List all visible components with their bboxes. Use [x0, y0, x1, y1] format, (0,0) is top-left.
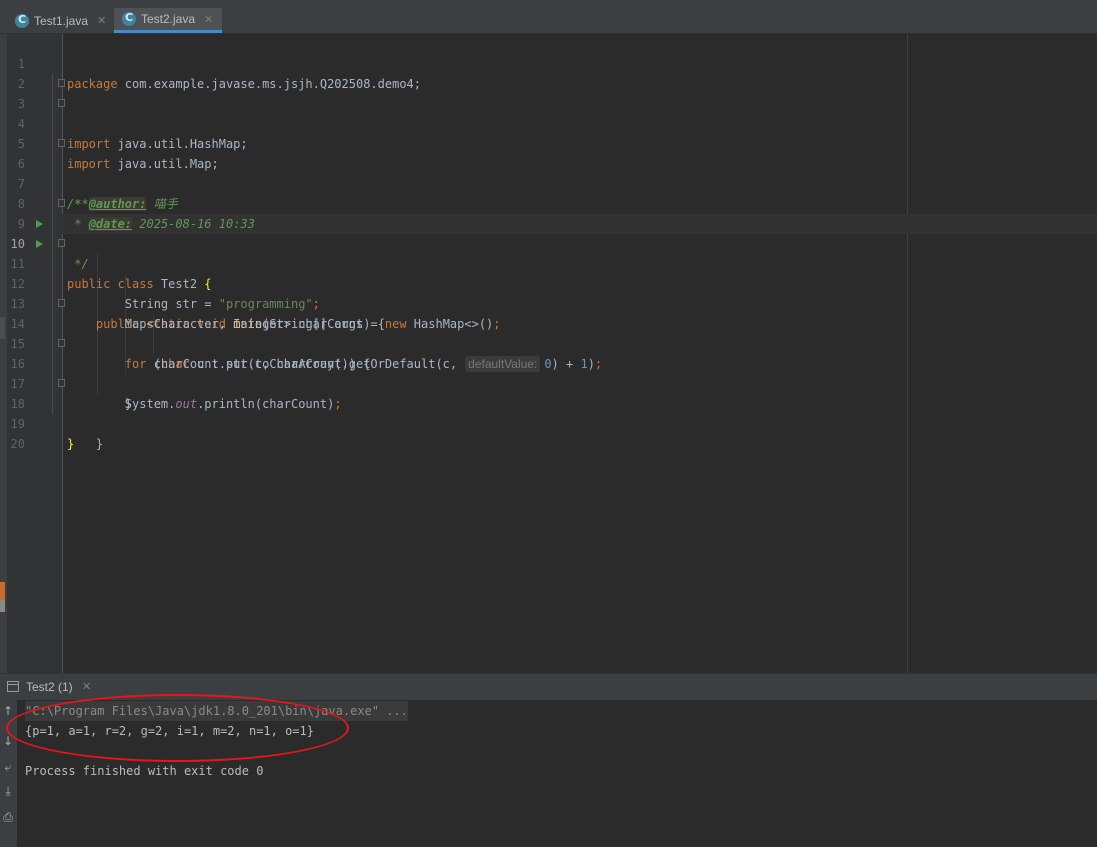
- close-icon[interactable]: ✕: [82, 680, 91, 693]
- editor-tab-bar: Test1.java ✕ Test2.java ✕: [0, 0, 1097, 34]
- code-line: 15 charCount.put(c, charCount.getOrDefau…: [0, 314, 1097, 372]
- code-line: 18 }: [0, 374, 1097, 451]
- code-line: 1 package com.example.javase.ms.jsjh.Q20…: [0, 34, 1097, 91]
- up-arrow-icon[interactable]: ↑: [1, 704, 15, 718]
- fold-icon[interactable]: [58, 79, 65, 87]
- run-class-icon[interactable]: [36, 220, 43, 228]
- code-line: 2: [0, 54, 1097, 91]
- soft-wrap-icon[interactable]: ⤶: [1, 760, 15, 775]
- fold-icon[interactable]: [58, 139, 65, 147]
- code-line: 3 import java.util.HashMap;: [0, 74, 1097, 151]
- code-line: 9 */: [0, 194, 1097, 271]
- code-line: 6 /**: [0, 134, 1097, 211]
- code-line: 7 * @author: 喵手: [0, 154, 1097, 211]
- code-line: 12 String str = "programming";: [0, 254, 1097, 311]
- fold-icon[interactable]: [58, 239, 65, 247]
- run-method-icon[interactable]: [36, 240, 43, 248]
- fold-icon[interactable]: [58, 299, 65, 307]
- code-line: 10 public class Test2 {: [0, 214, 1097, 291]
- fold-icon[interactable]: [58, 339, 65, 347]
- code-line: 17 System.out.println(charCount);: [0, 354, 1097, 411]
- code-line: 13 Map<Character, Integer> charCount = n…: [0, 274, 1097, 331]
- run-tab-title[interactable]: Test2 (1): [26, 680, 73, 694]
- code-line: 4 import java.util.Map;: [0, 94, 1097, 171]
- code-line: 14 for (char c : str.toCharArray()) {: [0, 294, 1097, 371]
- close-icon[interactable]: ✕: [97, 14, 106, 27]
- java-class-icon: [15, 13, 29, 28]
- code-line: 5: [0, 114, 1097, 151]
- console-exit-message: Process finished with exit code 0: [25, 764, 264, 778]
- tab-test2-java[interactable]: Test2.java ✕: [114, 8, 222, 33]
- code-line: 8 * @date: 2025-08-16 10:33: [0, 174, 1097, 231]
- tab-test1-java[interactable]: Test1.java ✕: [15, 8, 111, 33]
- scroll-to-end-icon[interactable]: ⤓: [1, 784, 15, 799]
- code-line: 16 }: [0, 334, 1097, 411]
- fold-icon[interactable]: [58, 379, 65, 387]
- code-text[interactable]: }: [67, 434, 74, 454]
- print-icon[interactable]: ⎙: [1, 810, 15, 825]
- code-line: 19 }: [0, 394, 1097, 451]
- close-icon[interactable]: ✕: [204, 13, 213, 26]
- java-class-icon: [122, 11, 136, 26]
- tab-label: Test1.java: [34, 13, 89, 28]
- strip-marker: [0, 600, 5, 612]
- console-icon: [7, 681, 19, 692]
- code-line: 20: [0, 414, 1097, 451]
- line-number: 20: [10, 437, 25, 451]
- tab-label: Test2.java: [141, 12, 196, 26]
- red-annotation-ellipse: [6, 694, 349, 762]
- code-line: 11 public static void main(String[] args…: [0, 234, 1097, 331]
- fold-icon[interactable]: [58, 99, 65, 107]
- strip-marker: [0, 582, 5, 600]
- fold-icon[interactable]: [58, 199, 65, 207]
